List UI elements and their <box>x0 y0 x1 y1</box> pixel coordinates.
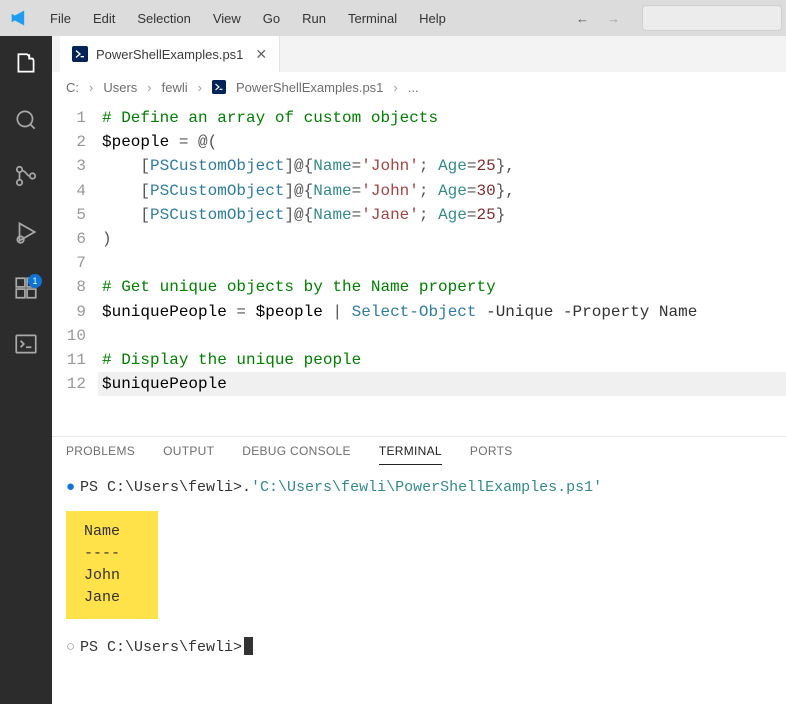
idle-prompt-icon: ○ <box>66 637 76 659</box>
terminal-cmd-prefix: . <box>242 477 251 499</box>
bottom-panel: PROBLEMS OUTPUT DEBUG CONSOLE TERMINAL PORTS… <box>52 436 786 704</box>
panel-tab-ports[interactable]: PORTS <box>470 444 513 464</box>
terminal-output: Name ---- John Jane <box>66 511 158 619</box>
code-line[interactable] <box>98 324 786 348</box>
line-number: 7 <box>52 251 86 275</box>
code-line[interactable]: $uniquePeople = $people | Select-Object … <box>98 300 786 324</box>
code-line[interactable]: [PSCustomObject]@{Name='John'; Age=30}, <box>98 179 786 203</box>
menu-item-terminal[interactable]: Terminal <box>338 5 407 32</box>
line-number: 5 <box>52 203 86 227</box>
breadcrumb-segment[interactable]: Users <box>103 80 137 95</box>
active-prompt-icon: ● <box>66 477 76 499</box>
terminal-view[interactable]: ● PS C:\Users\fewli> . 'C:\Users\fewli\P… <box>52 471 786 704</box>
extensions-badge: 1 <box>28 274 42 288</box>
close-tab-icon[interactable]: ✕ <box>255 46 267 63</box>
line-number: 2 <box>52 130 86 154</box>
code-line[interactable]: [PSCustomObject]@{Name='Jane'; Age=25} <box>98 203 786 227</box>
code-area[interactable]: # Define an array of custom objects$peop… <box>98 102 786 436</box>
terminal-cursor <box>244 637 253 655</box>
line-number: 3 <box>52 154 86 178</box>
chevron-right-icon: › <box>198 80 202 95</box>
breadcrumb[interactable]: C: › Users › fewli › PowerShellExamples.ps1 ›..… <box>52 72 786 102</box>
powershell-file-icon <box>72 46 88 62</box>
code-line[interactable]: # Define an array of custom objects <box>98 106 786 130</box>
panel-tab-terminal[interactable]: TERMINAL <box>379 444 442 465</box>
run-debug-icon[interactable] <box>12 218 40 246</box>
menu-item-file[interactable]: File <box>40 5 81 32</box>
menu-item-selection[interactable]: Selection <box>127 5 200 32</box>
line-number: 10 <box>52 324 86 348</box>
code-line[interactable]: [PSCustomObject]@{Name='John'; Age=25}, <box>98 154 786 178</box>
terminal-cmd-path: 'C:\Users\fewli\PowerShellExamples.ps1' <box>251 477 602 499</box>
code-line[interactable]: $uniquePeople <box>98 372 786 396</box>
line-number: 4 <box>52 179 86 203</box>
command-center-input[interactable] <box>642 5 782 31</box>
title-bar: FileEditSelectionViewGoRunTerminalHelp ←… <box>0 0 786 36</box>
panel-tab-output[interactable]: OUTPUT <box>163 444 214 464</box>
menu-item-run[interactable]: Run <box>292 5 336 32</box>
code-line[interactable]: # Display the unique people <box>98 348 786 372</box>
chevron-right-icon: › <box>147 80 151 95</box>
panel-tab-problems[interactable]: PROBLEMS <box>66 444 135 464</box>
nav-back-icon[interactable]: ← <box>576 11 589 26</box>
powershell-file-icon <box>212 80 226 94</box>
editor-tabs: PowerShellExamples.ps1 ✕ <box>52 36 786 72</box>
activity-bar: 1 <box>0 36 52 704</box>
code-line[interactable] <box>98 251 786 275</box>
breadcrumb-segment[interactable]: C: <box>66 80 79 95</box>
search-icon[interactable] <box>12 106 40 134</box>
code-editor[interactable]: 123456789101112 # Define an array of cus… <box>52 102 786 436</box>
panel-tabs: PROBLEMS OUTPUT DEBUG CONSOLE TERMINAL PORTS <box>52 437 786 471</box>
breadcrumb-more[interactable]: ... <box>408 80 419 95</box>
breadcrumb-segment[interactable]: fewli <box>162 80 188 95</box>
breadcrumb-file[interactable]: PowerShellExamples.ps1 <box>236 80 383 95</box>
menu-item-help[interactable]: Help <box>409 5 456 32</box>
code-line[interactable]: $people = @( <box>98 130 786 154</box>
editor-tab-label: PowerShellExamples.ps1 <box>96 47 243 62</box>
line-number: 8 <box>52 275 86 299</box>
menu-item-edit[interactable]: Edit <box>83 5 125 32</box>
code-line[interactable]: ) <box>98 227 786 251</box>
code-line[interactable]: # Get unique objects by the Name propert… <box>98 275 786 299</box>
menu-item-go[interactable]: Go <box>253 5 290 32</box>
chevron-right-icon: › <box>89 80 93 95</box>
explorer-icon[interactable] <box>12 50 40 78</box>
line-number: 1 <box>52 106 86 130</box>
line-number: 11 <box>52 348 86 372</box>
extensions-icon[interactable]: 1 <box>12 274 40 302</box>
source-control-icon[interactable] <box>12 162 40 190</box>
line-gutter: 123456789101112 <box>52 102 98 436</box>
menu-item-view[interactable]: View <box>203 5 251 32</box>
line-number: 12 <box>52 372 86 396</box>
panel-tab-debug-console[interactable]: DEBUG CONSOLE <box>242 444 351 464</box>
chevron-right-icon: › <box>393 80 397 95</box>
editor-tab[interactable]: PowerShellExamples.ps1 ✕ <box>60 36 280 72</box>
vscode-logo-icon <box>0 8 40 28</box>
nav-forward-icon[interactable]: → <box>607 11 620 26</box>
terminal-panel-icon[interactable] <box>12 330 40 358</box>
terminal-prompt: PS C:\Users\fewli> <box>80 637 242 659</box>
main-menu: FileEditSelectionViewGoRunTerminalHelp <box>40 5 456 32</box>
terminal-prompt: PS C:\Users\fewli> <box>80 477 242 499</box>
line-number: 6 <box>52 227 86 251</box>
line-number: 9 <box>52 300 86 324</box>
